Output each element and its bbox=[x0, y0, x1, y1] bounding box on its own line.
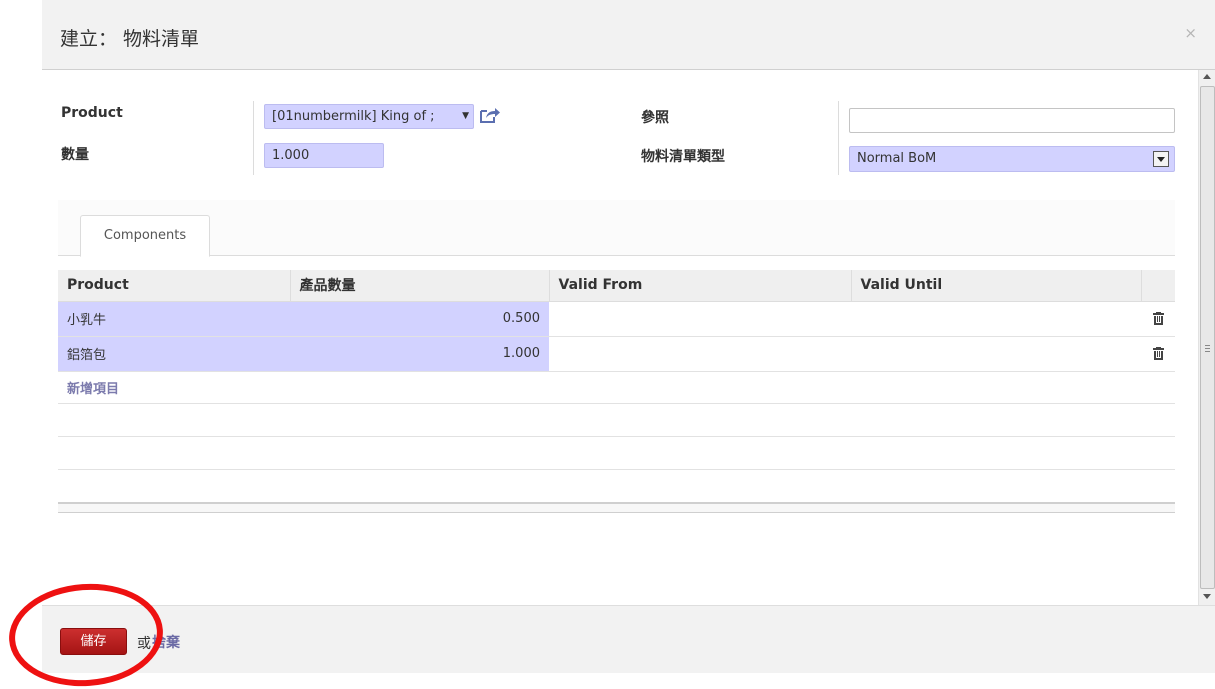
product-label: Product bbox=[61, 105, 123, 121]
select-arrow-icon bbox=[1153, 151, 1169, 167]
bom-type-value: Normal BoM bbox=[857, 151, 937, 166]
empty-row bbox=[58, 436, 1175, 470]
dropdown-arrow-icon: ▼ bbox=[460, 105, 469, 128]
column-header-valid-from[interactable]: Valid From bbox=[549, 270, 852, 302]
quantity-label: 數量 bbox=[61, 147, 89, 163]
tab-bar bbox=[58, 200, 1175, 256]
table-row[interactable]: 鋁箔包 1.000 bbox=[58, 336, 1175, 372]
components-table: Product 產品數量 Valid From Valid Until 小乳牛 … bbox=[58, 270, 1175, 470]
cell-delete bbox=[1141, 301, 1175, 337]
table-row[interactable]: 小乳牛 0.500 bbox=[58, 301, 1175, 337]
grip-icon bbox=[1205, 345, 1210, 352]
empty-row bbox=[58, 403, 1175, 437]
trash-icon[interactable] bbox=[1152, 347, 1164, 360]
product-select-value: [01numbermilk] King of ; bbox=[272, 109, 435, 124]
column-header-quantity[interactable]: 產品數量 bbox=[290, 270, 550, 302]
cell-valid-from[interactable] bbox=[549, 336, 851, 372]
cell-valid-until[interactable] bbox=[851, 336, 1141, 372]
dialog-title: 建立： 物料清單 bbox=[60, 28, 200, 50]
column-header-valid-until[interactable]: Valid Until bbox=[851, 270, 1142, 302]
cell-quantity[interactable]: 0.500 bbox=[290, 301, 549, 337]
add-item-row: 新增項目 bbox=[58, 371, 1175, 404]
scroll-up-icon[interactable] bbox=[1203, 74, 1211, 79]
add-item-link[interactable]: 新增項目 bbox=[67, 382, 119, 397]
tab-components[interactable]: Components bbox=[80, 215, 210, 257]
cell-valid-from[interactable] bbox=[549, 301, 851, 337]
column-header-product[interactable]: Product bbox=[58, 270, 291, 302]
field-divider bbox=[253, 101, 254, 175]
vertical-scrollbar[interactable] bbox=[1198, 70, 1215, 605]
scroll-thumb[interactable] bbox=[1200, 86, 1215, 589]
reference-input[interactable] bbox=[849, 108, 1175, 133]
bom-type-select[interactable]: Normal BoM bbox=[849, 146, 1175, 172]
dialog-footer bbox=[42, 605, 1215, 673]
scroll-down-icon[interactable] bbox=[1203, 594, 1211, 599]
dialog-header: 建立： 物料清單 × bbox=[42, 0, 1215, 70]
table-footer bbox=[58, 502, 1175, 513]
cell-valid-until[interactable] bbox=[851, 301, 1141, 337]
external-link-icon[interactable] bbox=[479, 106, 501, 124]
table-header-row: Product 產品數量 Valid From Valid Until bbox=[58, 270, 1175, 302]
close-button[interactable]: × bbox=[1184, 24, 1197, 42]
quantity-field[interactable]: 1.000 bbox=[264, 143, 384, 168]
column-header-actions bbox=[1141, 270, 1175, 302]
field-divider bbox=[838, 101, 839, 175]
trash-icon[interactable] bbox=[1152, 312, 1164, 325]
cell-product[interactable]: 小乳牛 bbox=[58, 301, 290, 337]
cell-delete bbox=[1141, 336, 1175, 372]
bom-type-label: 物料清單類型 bbox=[641, 149, 725, 165]
cell-product[interactable]: 鋁箔包 bbox=[58, 336, 290, 372]
cell-quantity[interactable]: 1.000 bbox=[290, 336, 549, 372]
reference-label: 參照 bbox=[641, 110, 669, 126]
product-select[interactable]: [01numbermilk] King of ; ▼ bbox=[264, 104, 474, 129]
